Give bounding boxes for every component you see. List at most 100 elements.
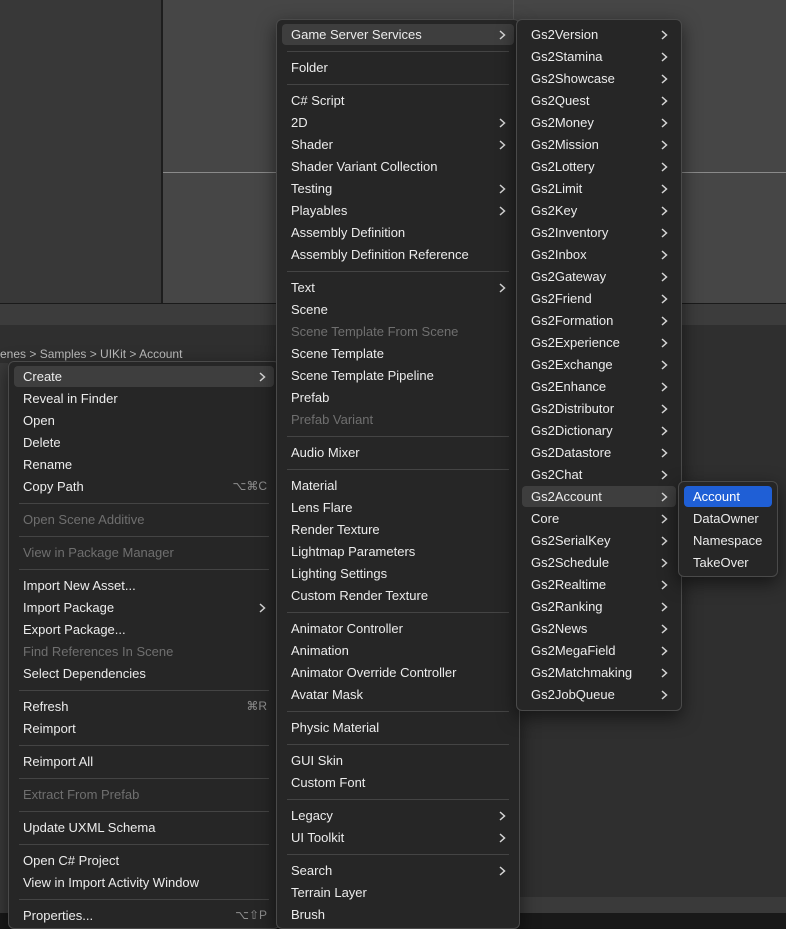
menu-item-terrain-layer[interactable]: Terrain Layer (282, 882, 514, 903)
menu-item-gs2distributor[interactable]: Gs2Distributor (522, 398, 676, 419)
menu-item-playables[interactable]: Playables (282, 200, 514, 221)
menu-item-select-dependencies[interactable]: Select Dependencies (14, 663, 274, 684)
menu-item-gs2jobqueue[interactable]: Gs2JobQueue (522, 684, 676, 705)
menu-item-render-texture[interactable]: Render Texture (282, 519, 514, 540)
menu-item-game-server-services[interactable]: Game Server Services (282, 24, 514, 45)
menu-item-reimport[interactable]: Reimport (14, 718, 274, 739)
menu-item-copy-path[interactable]: Copy Path ⌥⌘C (14, 476, 274, 497)
menu-item-gs2friend[interactable]: Gs2Friend (522, 288, 676, 309)
menu-item-animation[interactable]: Animation (282, 640, 514, 661)
menu-item-core[interactable]: Core (522, 508, 676, 529)
menu-item-gs2news[interactable]: Gs2News (522, 618, 676, 639)
menu-item-gs2matchmaking[interactable]: Gs2Matchmaking (522, 662, 676, 683)
menu-item-open-c-project[interactable]: Open C# Project (14, 850, 274, 871)
menu-item-gs2key[interactable]: Gs2Key (522, 200, 676, 221)
menu-item-c-script[interactable]: C# Script (282, 90, 514, 111)
menu-item-avatar-mask[interactable]: Avatar Mask (282, 684, 514, 705)
menu-item-lens-flare[interactable]: Lens Flare (282, 497, 514, 518)
menu-item-label: Gs2Quest (531, 93, 590, 108)
menu-item-label: Animator Override Controller (291, 665, 457, 680)
menu-item-gs2realtime[interactable]: Gs2Realtime (522, 574, 676, 595)
menu-item-gs2schedule[interactable]: Gs2Schedule (522, 552, 676, 573)
menu-item-lighting-settings[interactable]: Lighting Settings (282, 563, 514, 584)
menu-item-label: Gs2Key (531, 203, 578, 218)
menu-item-legacy[interactable]: Legacy (282, 805, 514, 826)
menu-item-2d[interactable]: 2D (282, 112, 514, 133)
menu-item-update-uxml-schema[interactable]: Update UXML Schema (14, 817, 274, 838)
menu-item-assembly-definition[interactable]: Assembly Definition (282, 222, 514, 243)
shortcut-label: ⌥⌘C (232, 479, 268, 493)
menu-item-gs2account[interactable]: Gs2Account (522, 486, 676, 507)
menu-item-reimport-all[interactable]: Reimport All (14, 751, 274, 772)
chevron-right-icon (497, 112, 507, 133)
menu-item-gs2exchange[interactable]: Gs2Exchange (522, 354, 676, 375)
menu-item-testing[interactable]: Testing (282, 178, 514, 199)
menu-item-ui-toolkit[interactable]: UI Toolkit (282, 827, 514, 848)
menu-item-export-package[interactable]: Export Package... (14, 619, 274, 640)
menu-item-folder[interactable]: Folder (282, 57, 514, 78)
menu-item-gs2stamina[interactable]: Gs2Stamina (522, 46, 676, 67)
menu-item-gs2formation[interactable]: Gs2Formation (522, 310, 676, 331)
menu-item-label: Gs2Inventory (531, 225, 609, 240)
menu-item-open[interactable]: Open (14, 410, 274, 431)
menu-item-physic-material[interactable]: Physic Material (282, 717, 514, 738)
menu-item-import-new-asset[interactable]: Import New Asset... (14, 575, 274, 596)
menu-item-scene-template-pipeline[interactable]: Scene Template Pipeline (282, 365, 514, 386)
menu-item-gs2showcase[interactable]: Gs2Showcase (522, 68, 676, 89)
menu-item-label: Import Package (23, 600, 115, 615)
menu-item-gs2datastore[interactable]: Gs2Datastore (522, 442, 676, 463)
menu-item-gs2megafield[interactable]: Gs2MegaField (522, 640, 676, 661)
create-submenu: Game Server Services Folder C# Script 2D Sha… (276, 19, 520, 929)
menu-item-scene[interactable]: Scene (282, 299, 514, 320)
menu-item-gs2quest[interactable]: Gs2Quest (522, 90, 676, 111)
menu-item-gs2limit[interactable]: Gs2Limit (522, 178, 676, 199)
menu-item-search[interactable]: Search (282, 860, 514, 881)
menu-item-account[interactable]: Account (684, 486, 772, 507)
menu-item-gs2serialkey[interactable]: Gs2SerialKey (522, 530, 676, 551)
menu-item-dataowner[interactable]: DataOwner (684, 508, 772, 529)
menu-item-audio-mixer[interactable]: Audio Mixer (282, 442, 514, 463)
menu-item-shader-variant-collection[interactable]: Shader Variant Collection (282, 156, 514, 177)
menu-item-assembly-definition-reference[interactable]: Assembly Definition Reference (282, 244, 514, 265)
menu-item-refresh[interactable]: Refresh ⌘R (14, 696, 274, 717)
menu-item-shader[interactable]: Shader (282, 134, 514, 155)
menu-item-gs2gateway[interactable]: Gs2Gateway (522, 266, 676, 287)
menu-item-gs2ranking[interactable]: Gs2Ranking (522, 596, 676, 617)
menu-item-gs2inbox[interactable]: Gs2Inbox (522, 244, 676, 265)
menu-item-gs2enhance[interactable]: Gs2Enhance (522, 376, 676, 397)
chevron-right-icon (257, 366, 267, 387)
menu-item-material[interactable]: Material (282, 475, 514, 496)
menu-item-rename[interactable]: Rename (14, 454, 274, 475)
menu-item-animator-override-controller[interactable]: Animator Override Controller (282, 662, 514, 683)
menu-item-import-package[interactable]: Import Package (14, 597, 274, 618)
menu-item-label: Avatar Mask (291, 687, 364, 702)
menu-item-gs2money[interactable]: Gs2Money (522, 112, 676, 133)
menu-item-animator-controller[interactable]: Animator Controller (282, 618, 514, 639)
menu-item-gs2dictionary[interactable]: Gs2Dictionary (522, 420, 676, 441)
menu-item-create[interactable]: Create (14, 366, 274, 387)
menu-item-prefab[interactable]: Prefab (282, 387, 514, 408)
menu-item-gs2mission[interactable]: Gs2Mission (522, 134, 676, 155)
menu-item-text[interactable]: Text (282, 277, 514, 298)
menu-item-lightmap-parameters[interactable]: Lightmap Parameters (282, 541, 514, 562)
menu-item-find-references-in-scene: Find References In Scene (14, 641, 274, 662)
menu-item-reveal-in-finder[interactable]: Reveal in Finder (14, 388, 274, 409)
menu-item-custom-render-texture[interactable]: Custom Render Texture (282, 585, 514, 606)
menu-item-gs2chat[interactable]: Gs2Chat (522, 464, 676, 485)
menu-item-takeover[interactable]: TakeOver (684, 552, 772, 573)
menu-item-properties[interactable]: Properties... ⌥⇧P (14, 905, 274, 926)
menu-item-gs2inventory[interactable]: Gs2Inventory (522, 222, 676, 243)
menu-item-brush[interactable]: Brush (282, 904, 514, 925)
menu-item-gui-skin[interactable]: GUI Skin (282, 750, 514, 771)
menu-item-delete[interactable]: Delete (14, 432, 274, 453)
menu-item-gs2lottery[interactable]: Gs2Lottery (522, 156, 676, 177)
menu-item-gs2experience[interactable]: Gs2Experience (522, 332, 676, 353)
chevron-right-icon (659, 640, 669, 661)
menu-item-gs2version[interactable]: Gs2Version (522, 24, 676, 45)
menu-item-custom-font[interactable]: Custom Font (282, 772, 514, 793)
chevron-right-icon (659, 46, 669, 67)
menu-item-scene-template[interactable]: Scene Template (282, 343, 514, 364)
menu-item-view-in-import-activity-window[interactable]: View in Import Activity Window (14, 872, 274, 893)
menu-item-label: Prefab Variant (291, 412, 374, 427)
menu-item-namespace[interactable]: Namespace (684, 530, 772, 551)
